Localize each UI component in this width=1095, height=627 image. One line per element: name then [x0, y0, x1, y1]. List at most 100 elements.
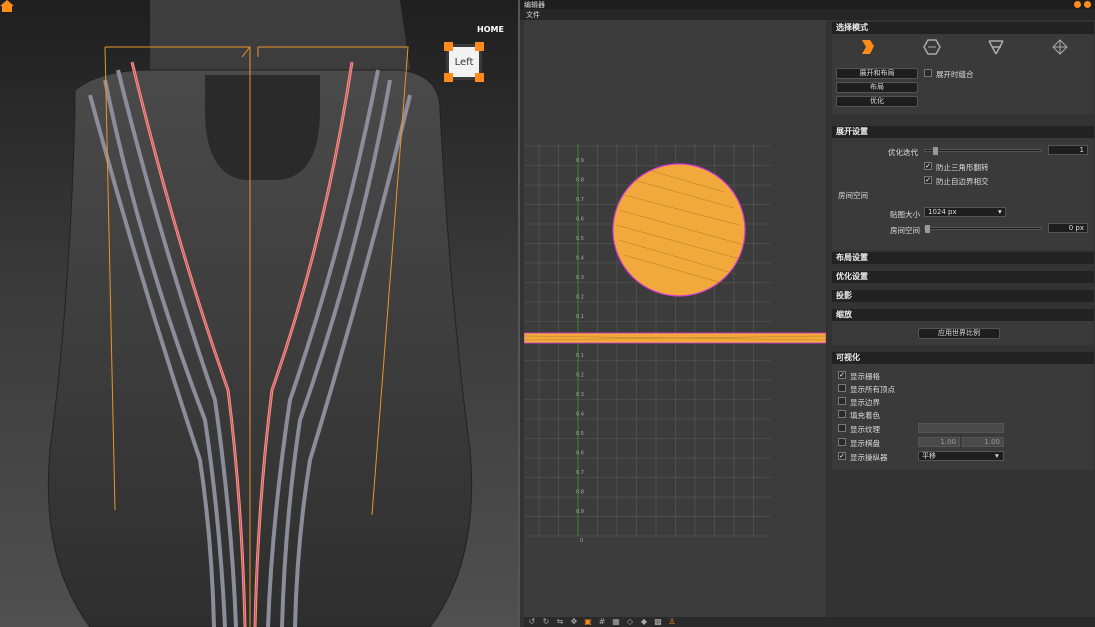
uv-tick-label: 0.2 — [576, 373, 584, 379]
uv-tick-label: 0.4 — [576, 256, 584, 262]
stack-icon[interactable]: ◆ — [640, 618, 648, 626]
pin-icon[interactable] — [1074, 1, 1081, 8]
uv-tick-label: 0.1 — [576, 314, 584, 320]
prevent-intersect-label: 防止自边界相交 — [936, 177, 989, 186]
layout-button[interactable]: 布局 — [836, 82, 918, 93]
uv-tick-label: 0.2 — [576, 295, 584, 301]
uv-tick-label: 0.5 — [576, 236, 584, 242]
show-all-vertices-label: 显示所有顶点 — [850, 385, 895, 394]
section-unfold-settings-body: 优化迭代 1 ✓ 防止三角形翻转 ✓ 防止自边界相交 房间空间 贴图大小 102… — [832, 138, 1094, 250]
uv-editor-window: 编辑器 文件 0.9 0.8 0.7 0.6 0.5 0.4 0.3 0.2 0.1 0.1 0.2… — [518, 0, 1095, 627]
section-select-mode-body: 展开和布局 展开时缝合 布局 优化 — [832, 34, 1094, 114]
view-cube[interactable]: Left — [442, 38, 486, 88]
select-icon[interactable]: ▣ — [584, 618, 592, 626]
slider-knob[interactable] — [933, 147, 938, 155]
editor-titlebar: 编辑器 — [520, 0, 1095, 9]
edge-mode-icon[interactable] — [986, 38, 1006, 56]
room-space-label: 房间空间 — [890, 226, 920, 235]
home-icon[interactable] — [0, 0, 14, 12]
island-mode-icon[interactable] — [922, 38, 942, 56]
uv-origin-label: 0 — [580, 538, 583, 544]
show-texture-checkbox[interactable] — [838, 424, 846, 432]
uv-tick-label: 0.7 — [576, 470, 584, 476]
uv-tick-label: 0.5 — [576, 431, 584, 437]
fill-color-checkbox[interactable] — [838, 410, 846, 418]
view-cube-corner[interactable] — [444, 73, 453, 82]
chevron-down-icon[interactable]: ▾ — [995, 451, 999, 460]
opt-iterations-label: 优化迭代 — [888, 148, 918, 157]
opt-iterations-field[interactable]: 1 — [1048, 145, 1088, 155]
uv-grid[interactable]: 0.9 0.8 0.7 0.6 0.5 0.4 0.3 0.2 0.1 0.1 0.2 0.3 0.4 0… — [524, 20, 826, 617]
section-select-mode[interactable]: 选择模式 — [832, 22, 1094, 34]
section-unfold-settings[interactable]: 展开设置 — [832, 126, 1094, 138]
view-cube-corner[interactable] — [475, 42, 484, 51]
mesh-icon[interactable]: ◇ — [626, 618, 634, 626]
uv-tick-label: 0.8 — [576, 178, 584, 184]
show-manipulator-label: 显示操纵器 — [850, 453, 888, 462]
uv-tick-label: 0.7 — [576, 197, 584, 203]
uv-canvas[interactable]: 0.9 0.8 0.7 0.6 0.5 0.4 0.3 0.2 0.1 0.1 0.2 0.3 0.4 0… — [524, 20, 826, 617]
show-border-checkbox[interactable] — [838, 397, 846, 405]
uv-tick-label: 0.8 — [576, 490, 584, 496]
map-size-label: 贴图大小 — [890, 210, 920, 219]
editor-title: 编辑器 — [524, 0, 545, 9]
rotate-cw-icon[interactable]: ↻ — [542, 618, 550, 626]
handle-icon[interactable]: ♙ — [668, 618, 676, 626]
section-layout-settings[interactable]: 布局设置 — [832, 252, 1094, 264]
checker-icon[interactable]: ▦ — [612, 618, 620, 626]
texture-select[interactable] — [918, 423, 1004, 433]
show-checker-label: 显示棋盘 — [850, 439, 880, 448]
section-optimize-settings[interactable]: 优化设置 — [832, 271, 1094, 283]
home-label[interactable]: HOME — [477, 25, 504, 34]
room-space-field[interactable]: 0 px — [1048, 223, 1088, 233]
prevent-intersect-checkbox[interactable]: ✓ — [924, 176, 932, 184]
3d-viewport[interactable]: HOME Left — [0, 0, 518, 627]
menu-file[interactable]: 文件 — [526, 10, 540, 20]
show-texture-label: 显示纹理 — [850, 425, 880, 434]
prevent-flip-checkbox[interactable]: ✓ — [924, 162, 932, 170]
checker-u-field[interactable]: 1.00 — [918, 437, 960, 447]
apply-world-scale-button[interactable]: 应用世界比例 — [918, 328, 1000, 339]
close-icon[interactable] — [1084, 1, 1091, 8]
unfold-pack-button[interactable]: 展开和布局 — [836, 68, 918, 79]
show-manipulator-checkbox[interactable]: ✓ — [838, 452, 846, 460]
stitch-on-unfold-label: 展开时缝合 — [936, 70, 974, 79]
checker-v-field[interactable]: 1.00 — [962, 437, 1004, 447]
fill-color-label: 填充着色 — [850, 411, 880, 420]
flip-icon[interactable]: ⇋ — [556, 618, 564, 626]
pattern-icon[interactable]: ▩ — [654, 618, 662, 626]
grid-icon[interactable]: # — [598, 618, 606, 626]
uv-toolbar: ↺ ↻ ⇋ ✥ ▣ # ▦ ◇ ◆ ▩ ♙ — [524, 617, 1095, 627]
section-visualization-body: ✓ 显示栅格 显示所有顶点 显示边界 填充着色 显示纹理 显示棋盘 1.00 1… — [832, 364, 1094, 470]
optimize-button[interactable]: 优化 — [836, 96, 918, 107]
show-grid-checkbox[interactable]: ✓ — [838, 371, 846, 379]
uv-tick-label: 0.4 — [576, 412, 584, 418]
room-space-slider[interactable] — [924, 225, 1042, 233]
map-size-select[interactable]: 1024 px — [924, 207, 1006, 217]
rotate-ccw-icon[interactable]: ↺ — [528, 618, 536, 626]
view-cube-corner[interactable] — [444, 42, 453, 51]
uv-tick-label: 0.1 — [576, 353, 584, 359]
move-icon[interactable]: ✥ — [570, 618, 578, 626]
uv-tick-label: 0.6 — [576, 217, 584, 223]
vertex-mode-icon[interactable] — [1050, 38, 1070, 56]
show-checker-checkbox[interactable] — [838, 438, 846, 446]
show-grid-label: 显示栅格 — [850, 372, 880, 381]
unfold-mode-icon[interactable] — [858, 38, 878, 56]
show-all-vertices-checkbox[interactable] — [838, 384, 846, 392]
editor-menubar: 文件 — [520, 9, 1095, 20]
view-cube-corner[interactable] — [475, 73, 484, 82]
opt-iterations-slider[interactable] — [924, 147, 1042, 155]
slider-knob[interactable] — [925, 225, 930, 233]
spacing-group-label: 房间空间 — [838, 191, 868, 200]
stitch-on-unfold-checkbox[interactable] — [924, 69, 932, 77]
manipulator-mode-select[interactable]: 平移 — [918, 451, 1004, 461]
seat-model-render — [47, 0, 473, 627]
prevent-flip-label: 防止三角形翻转 — [936, 163, 989, 172]
section-scale-body: 应用世界比例 — [832, 321, 1094, 345]
section-projection[interactable]: 投影 — [832, 290, 1094, 302]
section-scale[interactable]: 缩放 — [832, 309, 1094, 321]
uv-tick-label: 0.9 — [576, 158, 584, 164]
chevron-down-icon[interactable]: ▾ — [998, 207, 1002, 216]
section-visualization[interactable]: 可视化 — [832, 352, 1094, 364]
